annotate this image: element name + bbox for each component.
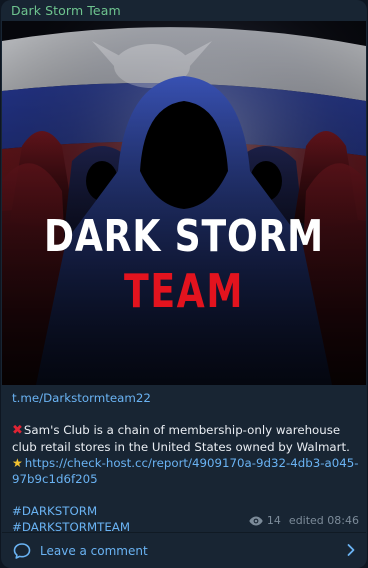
- media-title-line1: DARK STORM: [44, 211, 324, 262]
- view-count: 14: [266, 514, 281, 527]
- channel-link[interactable]: t.me/Darkstormteam22: [12, 391, 151, 405]
- post-image[interactable]: DARK STORM TEAM: [2, 21, 366, 385]
- message-meta: 14 edited 08:46: [249, 514, 359, 527]
- eye-icon: [249, 516, 263, 525]
- hashtag-darkstorm[interactable]: #DARKSTORM: [12, 504, 97, 518]
- leave-comment-label: Leave a comment: [40, 543, 148, 558]
- cross-mark-icon: ✖: [12, 423, 23, 438]
- media-title-line2: TEAM: [124, 264, 244, 318]
- message-bubble: Dark Storm Team DARK STORM TEAM t.me/Dar…: [1, 0, 367, 568]
- star-icon: ★: [12, 456, 23, 470]
- post-body: Sam's Club is a chain of membership-only…: [12, 423, 350, 454]
- comment-bubble-icon: [13, 542, 31, 559]
- leave-comment-button[interactable]: Leave a comment: [2, 533, 366, 568]
- channel-name[interactable]: Dark Storm Team: [11, 3, 121, 18]
- check-host-link[interactable]: https://check-host.cc/report/4909170a-9d…: [12, 456, 359, 486]
- chevron-right-icon: [347, 544, 355, 556]
- edited-time: edited 08:46: [288, 514, 359, 527]
